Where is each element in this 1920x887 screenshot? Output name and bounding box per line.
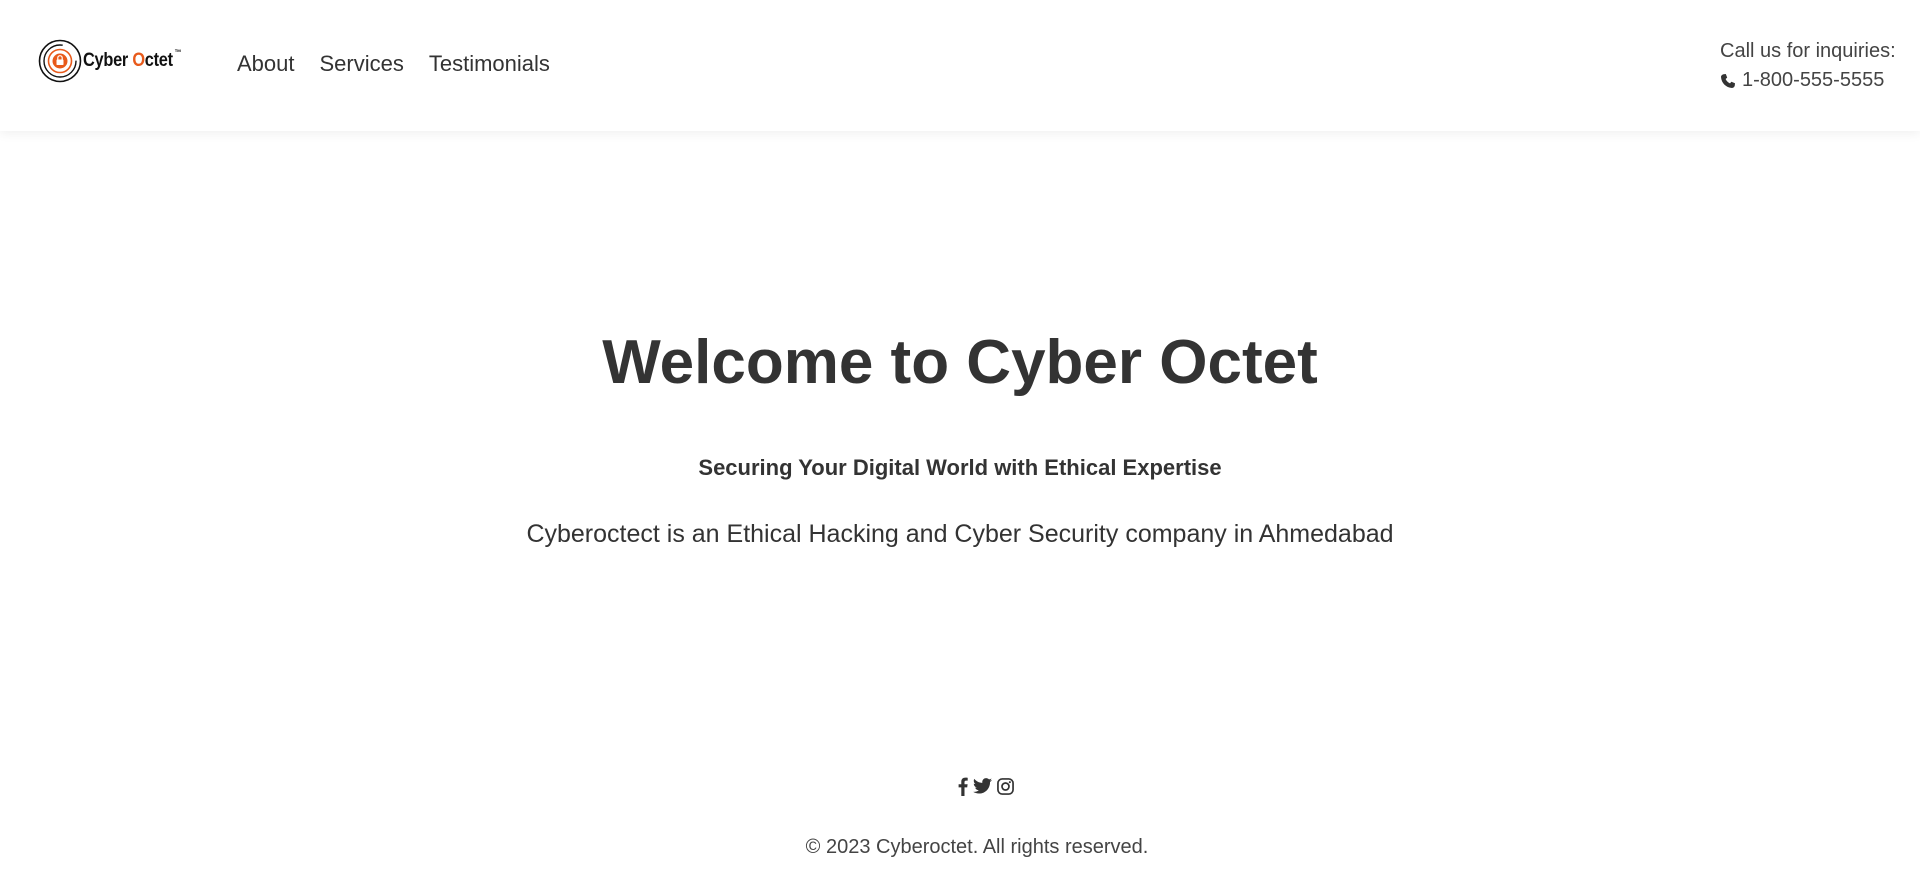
lock-target-icon (38, 39, 82, 83)
social-links (958, 775, 1014, 797)
twitter-link[interactable] (973, 775, 992, 797)
main-nav: About Services Testimonials (237, 50, 550, 78)
site-header: Cyber O ctet ™ About Services Testimonia… (0, 0, 1920, 131)
brand-logo[interactable]: Cyber O ctet ™ (38, 38, 197, 84)
brand-name-part-3: ctet (144, 50, 173, 71)
facebook-icon (958, 777, 968, 796)
instagram-link[interactable] (997, 775, 1014, 797)
contact-label: Call us for inquiries: (1720, 40, 1896, 62)
contact-phone-number: 1-800-555-5555 (1742, 69, 1885, 91)
nav-link-services[interactable]: Services (320, 50, 404, 78)
nav-link-about[interactable]: About (237, 50, 295, 78)
nav-link-testimonials[interactable]: Testimonials (429, 50, 550, 78)
contact-info: Call us for inquiries: 1-800-555-5555 (1720, 37, 1896, 95)
brand-name-part-2: O (132, 50, 145, 71)
hero-title: Welcome to Cyber Octet (602, 328, 1318, 397)
facebook-link[interactable] (958, 775, 968, 797)
trademark-symbol: ™ (174, 48, 182, 57)
brand-name-part-1: Cyber (83, 50, 129, 71)
contact-phone-row[interactable]: 1-800-555-5555 (1720, 66, 1896, 95)
hero-subtitle: Securing Your Digital World with Ethical… (698, 455, 1222, 480)
phone-icon (1721, 73, 1735, 88)
instagram-icon (997, 777, 1014, 795)
brand-name: Cyber O ctet ™ (83, 48, 182, 72)
hero-description: Cyberoctect is an Ethical Hacking and Cy… (526, 520, 1394, 548)
twitter-icon (973, 778, 992, 794)
copyright-text: © 2023 Cyberoctet. All rights reserved. (805, 836, 1149, 858)
